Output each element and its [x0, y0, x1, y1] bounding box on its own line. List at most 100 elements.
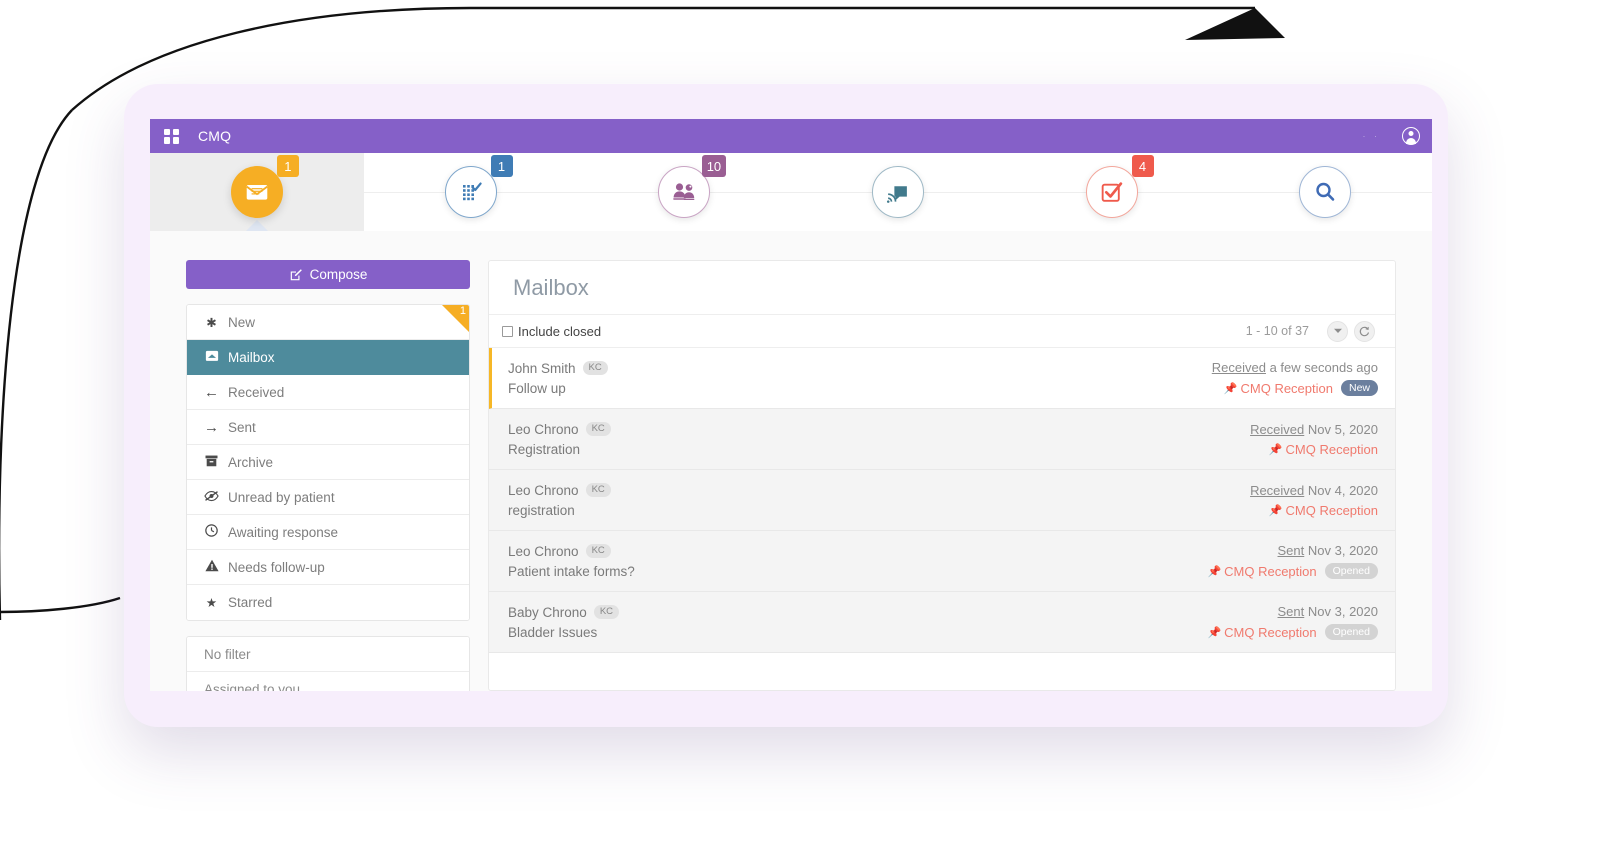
sidebar-item-starred[interactable]: ★ Starred: [187, 585, 469, 620]
nav-item-broadcast[interactable]: [791, 153, 1005, 231]
sidebar-item-label: New: [228, 314, 256, 330]
message-main: John Smith KC Follow up: [508, 361, 608, 396]
page-title: Mailbox: [489, 261, 1395, 315]
clock-icon: [204, 524, 219, 540]
sidebar-item-label: Needs follow-up: [228, 559, 325, 575]
message-meta: Received a few seconds ago 📌 CMQ Recepti…: [1212, 360, 1378, 396]
pin-icon: 📌: [1268, 504, 1283, 517]
message-meta: Sent Nov 3, 2020 📌 CMQ Reception Opened: [1207, 543, 1378, 579]
nav-item-search[interactable]: [1218, 153, 1432, 231]
nav-badge-patients: 10: [701, 155, 727, 177]
module-nav-strip: 1 1 10 4: [150, 153, 1432, 231]
pagination-count: 1 - 10 of 37: [1245, 324, 1309, 338]
include-closed-toggle[interactable]: Include closed: [502, 324, 601, 339]
caret-down-icon: [1333, 328, 1342, 333]
nav-badge-messages: 1: [276, 155, 299, 177]
message-sender-line: Leo Chrono KC: [508, 483, 611, 498]
nav-item-approvals[interactable]: 4: [1004, 153, 1219, 231]
compose-button[interactable]: Compose: [186, 260, 470, 289]
message-sender-line: Leo Chrono KC: [508, 544, 635, 559]
pin-icon: 📌: [1207, 565, 1222, 578]
message-initials-chip: KC: [585, 422, 611, 436]
message-sender-line: John Smith KC: [508, 361, 608, 376]
table-row[interactable]: Leo Chrono KC Patient intake forms? Sent…: [489, 531, 1395, 592]
message-meta: Received Nov 5, 2020 📌 CMQ Reception: [1250, 422, 1378, 457]
message-direction: Received: [1250, 421, 1305, 437]
filter-item-no-filter[interactable]: No filter: [187, 637, 469, 672]
star-icon: ★: [205, 596, 218, 610]
message-tag-label: CMQ Reception: [1240, 380, 1333, 396]
workspace: Compose ✱ New 1 Mailbox ← Received → Sen…: [150, 231, 1432, 691]
status-badge: Opened: [1324, 624, 1378, 640]
message-date: a few seconds ago: [1269, 360, 1378, 375]
sidebar-item-label: Received: [228, 384, 285, 400]
sidebar: Compose ✱ New 1 Mailbox ← Received → Sen…: [186, 260, 470, 691]
compose-pencil-icon: [290, 268, 302, 280]
message-date-line: Sent Nov 3, 2020: [1278, 604, 1378, 619]
patients-icon: [673, 183, 695, 200]
message-tag[interactable]: 📌 CMQ Reception: [1269, 442, 1378, 457]
message-main: Leo Chrono KC Registration: [508, 422, 611, 457]
checklist-grid-icon: [462, 182, 482, 201]
message-initials-chip: KC: [585, 544, 611, 558]
message-tag[interactable]: 📌 CMQ Reception: [1224, 381, 1333, 396]
sidebar-item-received[interactable]: ← Received: [187, 375, 469, 410]
nav-item-messages[interactable]: 1: [150, 153, 364, 231]
message-meta: Sent Nov 3, 2020 📌 CMQ Reception Opened: [1207, 604, 1378, 640]
nav-item-patients[interactable]: 10: [577, 153, 791, 231]
message-list: John Smith KC Follow up Received a few s…: [489, 348, 1395, 653]
arrow-right-icon: →: [204, 418, 219, 436]
filter-list-panel: No filter Assigned to you: [186, 636, 470, 691]
message-direction: Received: [1211, 360, 1266, 375]
eye-slash-icon: [204, 490, 219, 505]
message-sender: Leo Chrono: [508, 421, 579, 437]
message-tag[interactable]: 📌 CMQ Reception: [1269, 503, 1378, 518]
include-closed-label: Include closed: [518, 323, 602, 339]
nav-circle-patients: 10: [658, 155, 727, 218]
table-row[interactable]: Leo Chrono KC Registration Received Nov …: [489, 409, 1395, 470]
new-count-value: 1: [459, 305, 466, 317]
status-badge: New: [1340, 380, 1378, 396]
message-tag-line: 📌 CMQ Reception New: [1224, 380, 1378, 396]
pagination-dropdown-button[interactable]: [1327, 320, 1348, 342]
sidebar-item-archive[interactable]: Archive: [187, 445, 469, 480]
checkbox-check-icon: [1101, 181, 1123, 202]
sidebar-item-mailbox[interactable]: Mailbox: [187, 340, 469, 375]
include-closed-checkbox[interactable]: [502, 325, 513, 337]
message-main: Leo Chrono KC registration: [508, 483, 611, 518]
table-row[interactable]: Leo Chrono KC registration Received Nov …: [489, 470, 1395, 531]
screenshot-root: CMQ · · 1 1 10 4 Compose ✱ New 1 Mailbox…: [0, 0, 1600, 842]
nav-circle-broadcast: [871, 166, 924, 218]
message-date: Nov 5, 2020: [1307, 421, 1378, 437]
message-initials-chip: KC: [585, 483, 611, 497]
sidebar-item-sent[interactable]: → Sent: [187, 410, 469, 445]
sidebar-item-unread-by-patient[interactable]: Unread by patient: [187, 480, 469, 515]
nav-badge-approvals: 4: [1131, 155, 1154, 177]
sidebar-item-needs-follow-up[interactable]: Needs follow-up: [187, 550, 469, 585]
tablet-frame: CMQ · · 1 1 10 4 Compose ✱ New 1 Mailbox…: [124, 84, 1448, 727]
nav-active-pointer: [245, 220, 268, 231]
account-circle-icon[interactable]: [1402, 127, 1420, 145]
table-row[interactable]: John Smith KC Follow up Received a few s…: [489, 348, 1395, 409]
sidebar-item-new[interactable]: ✱ New 1: [187, 305, 469, 340]
message-sender: Baby Chrono: [508, 604, 587, 620]
message-initials-chip: KC: [593, 605, 620, 619]
table-row[interactable]: Baby Chrono KC Bladder Issues Sent Nov 3…: [489, 592, 1395, 653]
message-date-line: Received a few seconds ago: [1212, 360, 1378, 375]
message-tag[interactable]: 📌 CMQ Reception: [1207, 625, 1316, 640]
pin-icon: 📌: [1268, 443, 1283, 456]
message-date: Nov 3, 2020: [1307, 543, 1378, 558]
grid-menu-icon[interactable]: [164, 128, 179, 144]
filter-item-assigned-to-you[interactable]: Assigned to you: [187, 672, 469, 691]
refresh-button[interactable]: [1354, 320, 1375, 342]
asterisk-icon: ✱: [206, 315, 217, 330]
message-tag-line: 📌 CMQ Reception: [1269, 503, 1378, 518]
message-tag-line: 📌 CMQ Reception Opened: [1207, 563, 1378, 579]
nav-item-tasks[interactable]: 1: [363, 153, 578, 231]
list-toolbar: Include closed 1 - 10 of 37: [489, 315, 1395, 348]
sidebar-item-label: Sent: [228, 419, 256, 435]
message-tag[interactable]: 📌 CMQ Reception: [1207, 564, 1316, 579]
message-date: Nov 4, 2020: [1307, 482, 1378, 498]
sidebar-item-awaiting-response[interactable]: Awaiting response: [187, 515, 469, 550]
pin-icon: 📌: [1207, 626, 1222, 639]
